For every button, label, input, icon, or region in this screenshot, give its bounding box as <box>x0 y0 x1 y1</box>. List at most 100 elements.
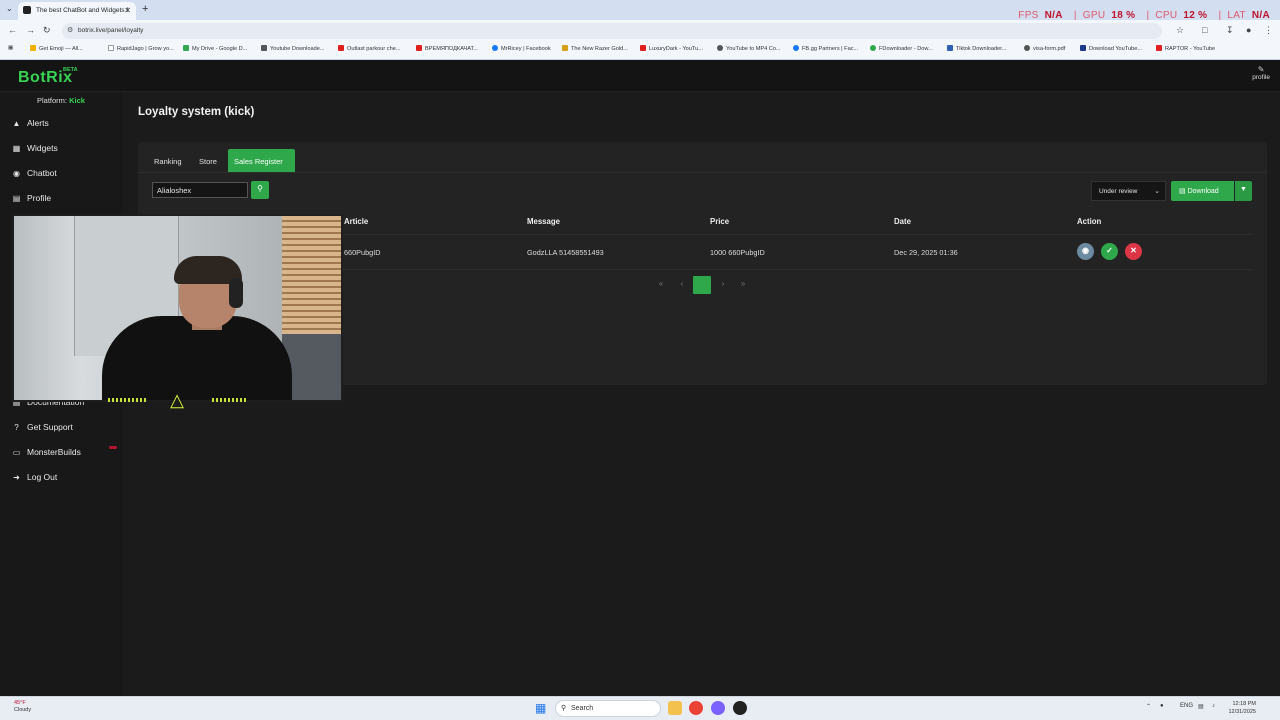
new-tab-icon[interactable]: + <box>142 3 148 15</box>
status-filter-select[interactable]: Under review ⌄ <box>1091 181 1166 201</box>
bookmark-star-icon[interactable]: ☆ <box>1176 25 1184 36</box>
download-label: Download <box>1187 188 1219 195</box>
reject-button[interactable]: ✕ <box>1125 243 1142 260</box>
bookmark-item[interactable]: visa-form.pdf <box>1024 45 1065 52</box>
sidebar-item-get-support[interactable]: ? Get Support <box>10 422 73 438</box>
forward-icon[interactable]: → <box>26 25 35 35</box>
sidebar-item-widgets[interactable]: ▦ Widgets <box>10 143 58 159</box>
network-icon[interactable]: ▤ <box>1198 703 1204 710</box>
bookmark-label: Youtube Downloade... <box>270 46 325 52</box>
tab-search-chevron-icon[interactable]: ⌄ <box>6 4 13 13</box>
bookmark-label: visa-form.pdf <box>1033 46 1066 52</box>
taskbar-search-placeholder: Search <box>571 705 594 712</box>
bookmark-item[interactable]: Get Emoji — All... <box>30 45 83 52</box>
taskbar-search[interactable]: ⚲ Search <box>555 700 661 717</box>
microphone-icon[interactable]: ● <box>1160 703 1164 709</box>
sidebar-item-alerts[interactable]: ▲ Alerts <box>10 118 49 134</box>
temperature: 45°F <box>14 700 26 706</box>
volume-icon[interactable]: ♪ <box>1212 703 1215 709</box>
reload-icon[interactable]: ↻ <box>43 25 51 36</box>
bookmark-item[interactable]: Download YouTube... <box>1080 45 1142 52</box>
logout-icon: ➜ <box>13 473 20 482</box>
column-header-date[interactable]: Date <box>894 217 911 226</box>
platform-label: Platform: <box>37 96 68 105</box>
bookmark-label: LuxuryDark - YouTu... <box>649 46 703 52</box>
menu-icon[interactable]: ⋮ <box>1264 25 1273 36</box>
bookmark-label: Tiktok Downloader... <box>956 46 1007 52</box>
obs-icon[interactable] <box>733 701 747 715</box>
tab-close-icon[interactable]: ✕ <box>124 6 131 15</box>
apps-icon[interactable]: ▦ <box>8 45 13 51</box>
sidebar-item-log-out[interactable]: ➜ Log Out <box>10 472 57 488</box>
bookmark-label: ВРЕМЯПОДКАЧАТ... <box>425 46 478 52</box>
check-icon: ✓ <box>1106 246 1113 255</box>
bookmark-item[interactable]: Youtube Downloade... <box>261 45 325 52</box>
file-explorer-icon[interactable] <box>668 701 682 715</box>
weather-widget[interactable]: 45°F Cloudy <box>14 700 31 714</box>
bookmark-item[interactable]: ВРЕМЯПОДКАЧАТ... <box>416 45 478 52</box>
taskbar-clock[interactable]: 12:18 PM 12/31/2025 <box>1228 700 1256 716</box>
close-icon: ✕ <box>1130 246 1137 255</box>
profile-link-label: profile <box>1252 74 1270 81</box>
column-header-message[interactable]: Message <box>527 217 560 226</box>
search-button[interactable]: ⚲ <box>251 181 269 199</box>
search-input[interactable]: Alialoshex <box>152 182 248 198</box>
search-icon: ⚲ <box>561 705 567 712</box>
column-header-article[interactable]: Article <box>344 217 368 226</box>
url-field[interactable]: ⚙ botrix.live/panel/loyalty <box>62 23 1162 39</box>
discord-icon[interactable] <box>711 701 725 715</box>
bookmark-item[interactable]: Tiktok Downloader... <box>947 45 1006 52</box>
chrome-icon[interactable] <box>689 701 703 715</box>
help-icon: ? <box>14 423 19 432</box>
tab-ranking[interactable]: Ranking <box>148 149 188 172</box>
sidebar-item-chatbot[interactable]: ◉ Chatbot <box>10 168 57 184</box>
bookmark-item[interactable]: FDownloader - Dow... <box>870 45 933 52</box>
next-page-icon[interactable]: › <box>717 276 729 294</box>
tab-title: The best ChatBot and Widgets f <box>36 7 129 14</box>
profile-link[interactable]: ✎ profile <box>1252 65 1270 81</box>
browser-tab[interactable]: The best ChatBot and Widgets f ✕ <box>18 2 136 20</box>
back-icon[interactable]: ← <box>8 25 17 35</box>
platform-indicator: Platform: Kick <box>37 96 85 105</box>
tray-expand-icon[interactable]: ⌃ <box>1146 703 1151 710</box>
bookmark-item[interactable]: YouTube to MP4 Co... <box>717 45 781 52</box>
sidebar-item-monsterbuilds[interactable]: ▭ MonsterBuilds <box>10 447 81 463</box>
bookmark-label: RapidJago | Grow yo... <box>117 46 174 52</box>
column-header-price[interactable]: Price <box>710 217 729 226</box>
downloads-icon[interactable]: ↧ <box>1226 25 1234 36</box>
tab-store[interactable]: Store <box>193 149 223 172</box>
bookmark-label: FB.gg Partners | Fac... <box>802 46 859 52</box>
bookmark-item[interactable]: FB.gg Partners | Fac... <box>793 45 858 52</box>
windows-start-icon[interactable]: ▦ <box>535 702 547 714</box>
download-button[interactable]: ▤ Download <box>1171 181 1234 201</box>
bookmark-item[interactable]: The New Razer Gold... <box>562 45 628 52</box>
bookmark-item[interactable]: RapidJago | Grow yo... <box>108 45 174 52</box>
page-current[interactable]: 1 <box>693 276 711 294</box>
bookmark-item[interactable]: LuxuryDark - YouTu... <box>640 45 703 52</box>
cell-message: GodzLLA 51458551493 <box>527 248 604 257</box>
webcam-headset <box>229 278 243 308</box>
new-badge <box>109 446 117 449</box>
extensions-icon[interactable]: □ <box>1202 25 1207 35</box>
webcam-frame-decoration <box>212 398 246 402</box>
site-info-icon[interactable]: ⚙ <box>67 26 73 34</box>
bookmark-item[interactable]: RAPTOR - YouTube <box>1156 45 1215 52</box>
profile-avatar-icon[interactable]: ● <box>1246 25 1251 35</box>
approve-button[interactable]: ✓ <box>1101 243 1118 260</box>
tab-divider <box>138 172 1267 173</box>
site-header: BotRix BETA ✎ profile <box>0 60 1280 92</box>
bookmark-item[interactable]: Outlast parkour che... <box>338 45 400 52</box>
clock-date: 12/31/2025 <box>1228 709 1256 715</box>
bookmark-label: RAPTOR - YouTube <box>1165 46 1216 52</box>
last-page-icon[interactable]: » <box>737 276 749 294</box>
language-indicator[interactable]: ENG <box>1180 703 1193 709</box>
download-options-button[interactable]: ▼ <box>1235 181 1252 201</box>
sidebar-item-profile[interactable]: ▤ Profile <box>10 193 51 209</box>
bookmark-item[interactable]: MrRicey | Facebook <box>492 45 551 52</box>
sidebar-item-label: Log Out <box>27 472 58 482</box>
prev-page-icon[interactable]: ‹ <box>676 276 688 294</box>
first-page-icon[interactable]: « <box>655 276 667 294</box>
bookmark-item[interactable]: My Drive - Google D... <box>183 45 247 52</box>
view-button[interactable]: ◉ <box>1077 243 1094 260</box>
tab-sales-register[interactable]: Sales Register <box>228 149 295 172</box>
